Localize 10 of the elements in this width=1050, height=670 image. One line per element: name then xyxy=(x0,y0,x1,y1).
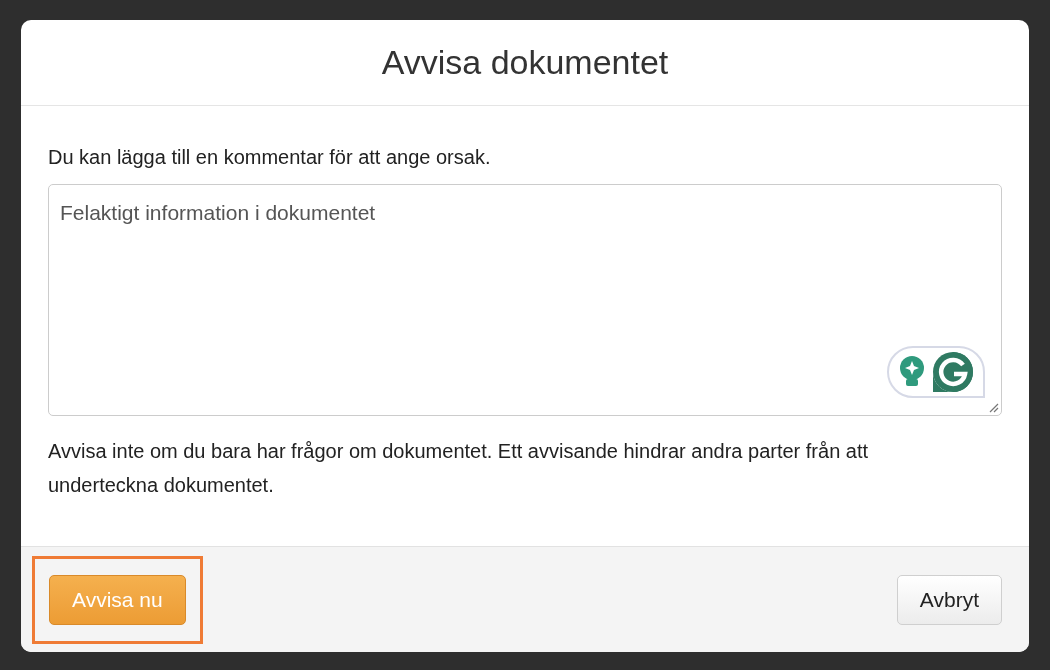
cancel-button[interactable]: Avbryt xyxy=(896,574,1002,625)
dialog-title: Avvisa dokumentet xyxy=(381,42,669,83)
comment-field[interactable]: Felaktigt information i dokumentet xyxy=(48,184,1002,416)
assistant-widget[interactable] xyxy=(887,346,985,398)
resize-handle-icon xyxy=(987,401,999,413)
warning-text: Avvisa inte om du bara har frågor om dokumentet. Ett avvisande hindrar andra parter från att underteckna dokumentet. xyxy=(48,439,870,498)
prompt-text: Du kan lägga till en kommentar för att ange orsak. xyxy=(48,145,492,170)
lightbulb-icon xyxy=(898,355,926,389)
g-logo-icon xyxy=(932,351,974,393)
comment-text: Felaktigt information i dokumentet xyxy=(60,201,376,224)
